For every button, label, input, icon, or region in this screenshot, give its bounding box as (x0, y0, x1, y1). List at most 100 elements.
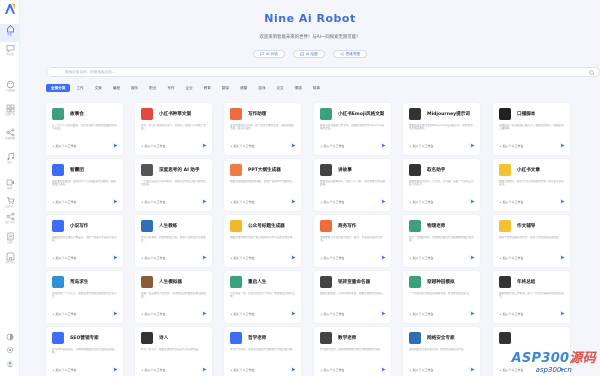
app-card[interactable]: 写作助理 最常使用的prompt，用于优化文本的语法、清晰度和简洁度，提高可读性… (224, 103, 301, 155)
app-card[interactable]: 荒岛求生 你流落到一个荒岛上，需要运用智慧和资源想办法生存下去。 + 加入个人工作… (46, 271, 123, 323)
category-tab[interactable]: 工作 (71, 84, 88, 92)
sidebar-item-music[interactable]: 音乐 (0, 152, 20, 170)
app-card[interactable]: 铭砖变量命名器 根据功能描述，为代码中的变量、函数生成规范的命名。 + 加入个人工… (314, 271, 391, 323)
sidebar-item-video[interactable]: 视频 (0, 178, 20, 196)
sidebar-item-draw[interactable]: 专业绘画 (0, 80, 20, 98)
add-to-workspace-button[interactable]: + 加入个人工作台 (320, 144, 345, 148)
category-tab[interactable]: 健康 (235, 84, 252, 92)
quick-action-button[interactable]: 思维导图 (332, 50, 368, 58)
send-icon[interactable] (381, 255, 386, 260)
send-icon[interactable] (470, 255, 475, 260)
send-icon[interactable] (202, 143, 207, 148)
add-to-workspace-button[interactable]: + 加入个人工作台 (409, 256, 434, 260)
add-to-workspace-button[interactable]: + 加入个人工作台 (52, 144, 77, 148)
quick-action-button[interactable]: AI 对话 (252, 50, 285, 58)
send-icon[interactable] (560, 143, 565, 148)
theme-icon[interactable] (6, 333, 14, 341)
app-card[interactable]: 重启人生 人生重来一次，回到过去的某个时刻，你会做出怎样的选择？ + 加入个人工作… (224, 271, 301, 323)
category-tab[interactable]: 故事 (308, 84, 325, 92)
send-icon[interactable] (113, 367, 118, 372)
app-card[interactable]: 数学老师 作为数学老师，帮助你理解数学概念并解答数学问题。 + 加入个人工作台 (314, 327, 391, 376)
sidebar-item-mindmap[interactable]: 思维导图 (0, 128, 20, 146)
add-to-workspace-button[interactable]: + 加入个人工作台 (52, 368, 77, 372)
user-avatar-icon[interactable] (6, 360, 14, 368)
send-icon[interactable] (291, 143, 296, 148)
add-to-workspace-button[interactable]: + 加入个人工作台 (52, 200, 77, 204)
sidebar-item-home[interactable]: 首页 (0, 24, 20, 42)
app-logo-icon[interactable] (3, 2, 17, 16)
app-card[interactable]: 物理老师 作为一名物理老师，用通俗易懂的方式解释物理概念和原理。 + 加入个人工作… (403, 215, 480, 267)
add-to-workspace-button[interactable]: + 加入个人工作台 (230, 256, 255, 260)
add-to-workspace-button[interactable]: + 加入个人工作台 (499, 200, 524, 204)
app-card[interactable]: 穿越种田模拟 一个穿越到古代种田的模拟游戏，经营你的田园生活。 + 加入个人工作台 (403, 271, 480, 323)
add-to-workspace-button[interactable]: + 加入个人工作台 (499, 144, 524, 148)
add-to-workspace-button[interactable]: + 加入个人工作台 (141, 312, 166, 316)
send-icon[interactable] (381, 311, 386, 316)
sidebar-item-chat[interactable]: AI对话 (0, 44, 20, 62)
add-to-workspace-button[interactable]: + 加入个人工作台 (230, 200, 255, 204)
send-icon[interactable] (381, 199, 386, 204)
app-card[interactable]: 智囊团 你是我的智囊团，团内有6个不同的董事作为教练，帮助我做出决策。 + 加入个… (46, 159, 123, 211)
send-icon[interactable] (202, 255, 207, 260)
app-card[interactable]: 年终总结 根据你提供的工作内容，撰写一份条理清晰的年终总结报告。 + 加入个人工作… (493, 271, 570, 323)
send-icon[interactable] (560, 255, 565, 260)
send-icon[interactable] (381, 367, 386, 372)
add-to-workspace-button[interactable]: + 加入个人工作台 (320, 312, 345, 316)
send-icon[interactable] (470, 143, 475, 148)
app-card[interactable]: 人生教练 作为人生教练，帮助你制定目标、规划人生并给出实用建议。 + 加入个人工作… (135, 215, 212, 267)
app-card[interactable]: 小红书种草文案 作为一名小红书的种草达人，帮我写一篇吸引人的推广文案。 + 加入个… (135, 103, 212, 155)
category-tab[interactable]: 写作 (162, 84, 179, 92)
app-card[interactable]: 作文辅导 帮助学生修改和润色作文，提供写作思路和改进建议。 + 加入个人工作台 (493, 215, 570, 267)
add-to-workspace-button[interactable]: + 加入个人工作台 (52, 256, 77, 260)
sidebar-item-record[interactable]: 记录 (0, 232, 20, 250)
add-to-workspace-button[interactable]: + 加入个人工作台 (230, 368, 255, 372)
sidebar-item-app[interactable]: 应用广场 (0, 104, 20, 122)
app-card[interactable]: 小说写作 根据提供的主题和人物设定，创作一篇情节丰富的小说片段。 + 加入个人工作… (46, 215, 123, 267)
category-tab[interactable]: 论文 (271, 84, 288, 92)
app-card[interactable]: 哲学老师 作为哲学老师，用简单易懂的方式解释哲学概念和思想。 + 加入个人工作台 (224, 327, 301, 376)
category-tab[interactable]: 企业 (181, 84, 198, 92)
category-tab[interactable]: 游戏 (253, 84, 270, 92)
add-to-workspace-button[interactable]: + 加入个人工作台 (499, 312, 524, 316)
send-icon[interactable] (113, 255, 118, 260)
add-to-workspace-button[interactable]: + 加入个人工作台 (409, 312, 434, 316)
add-to-workspace-button[interactable]: + 加入个人工作台 (320, 200, 345, 204)
send-icon[interactable] (560, 199, 565, 204)
app-card[interactable]: 小红书Emoji风格文案 你是小红书爆款写作专家，请根据主题创作带有emoji表… (314, 103, 391, 155)
send-icon[interactable] (202, 311, 207, 316)
settings-icon[interactable] (6, 346, 14, 354)
sidebar-item-store[interactable]: 创作中心 (0, 252, 20, 270)
send-icon[interactable] (202, 367, 207, 372)
add-to-workspace-button[interactable]: + 加入个人工作台 (230, 312, 255, 316)
category-tab[interactable]: 职业 (144, 84, 161, 92)
category-tab[interactable]: 编程 (108, 84, 125, 92)
app-card[interactable]: 取名助手 根据你提供的信息，为宝宝、公司或产品取一个好听又有意义的名字。 + 加入… (403, 159, 480, 211)
send-icon[interactable] (470, 199, 475, 204)
sidebar-item-share[interactable]: 推广中心 (0, 212, 20, 230)
category-tab[interactable]: 情感 (290, 84, 307, 92)
add-to-workspace-button[interactable]: + 加入个人工作台 (230, 144, 255, 148)
send-icon[interactable] (113, 199, 118, 204)
app-card[interactable]: 故事会 写一个引人入胜的故事，包含生动的人物形象和曲折的情节发展。 + 加入个人工… (46, 103, 123, 155)
add-to-workspace-button[interactable]: + 加入个人工作台 (499, 256, 524, 260)
category-tab[interactable]: 娱乐 (126, 84, 143, 92)
send-icon[interactable] (291, 367, 296, 372)
add-to-workspace-button[interactable]: + 加入个人工作台 (409, 200, 434, 204)
app-card[interactable]: 讲故事 你将扮演讲故事的人，想出引人入胜、富有想象力的有趣故事。 + 加入个人工作… (314, 159, 391, 211)
app-card[interactable]: 口播脚本 请你扮演一名短视频口播写手，根据主题撰写一段精彩的口播脚本。 + 加入个… (493, 103, 570, 155)
app-card[interactable]: 深度思考的 AI 助手 一个擅长深度思考的AI助手，能够从多角度分析问题并给出答… (135, 159, 212, 211)
add-to-workspace-button[interactable]: + 加入个人工作台 (141, 256, 166, 260)
send-icon[interactable] (291, 199, 296, 204)
add-to-workspace-button[interactable]: + 加入个人工作台 (320, 256, 345, 260)
add-to-workspace-button[interactable]: + 加入个人工作台 (141, 200, 166, 204)
add-to-workspace-button[interactable]: + 加入个人工作台 (141, 144, 166, 148)
send-icon[interactable] (470, 367, 475, 372)
send-icon[interactable] (470, 311, 475, 316)
send-icon[interactable] (381, 143, 386, 148)
add-to-workspace-button[interactable]: + 加入个人工作台 (409, 368, 434, 372)
app-card[interactable]: PPT大纲生成器 根据主题快速生成结构清晰、逻辑严谨的PPT大纲内容。 + 加入个… (224, 159, 301, 211)
app-card[interactable]: 诗人 作为一名诗人，根据主题创作优美动人的诗歌作品。 + 加入个人工作台 (135, 327, 212, 376)
category-tab[interactable]: 教育 (199, 84, 216, 92)
add-to-workspace-button[interactable]: + 加入个人工作台 (409, 144, 434, 148)
app-card[interactable]: 网络安全专家 提供网络安全相关的咨询、防护建议和解决方案。 + 加入个人工作台 (403, 327, 480, 376)
